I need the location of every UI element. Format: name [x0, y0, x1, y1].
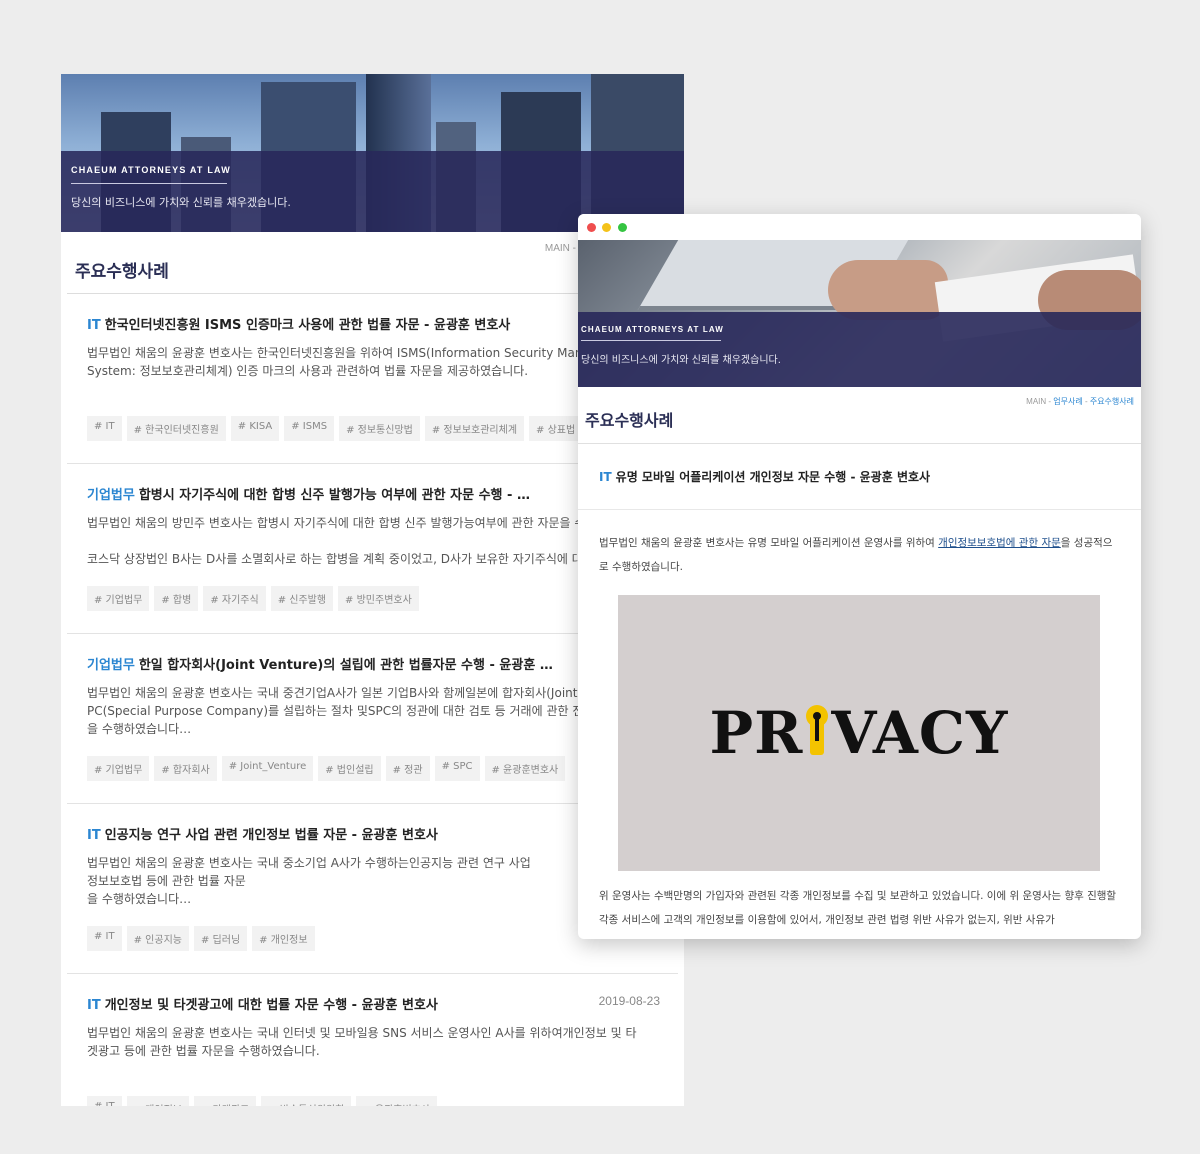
hero-kicker: CHAEUM ATTORNEYS AT LAW: [71, 165, 231, 175]
hero-banner-skyscrapers: CHAEUM ATTORNEYS AT LAW 당신의 비즈니스에 가치와 신뢰…: [61, 74, 684, 232]
maximize-window-button[interactable]: [618, 223, 627, 232]
tag-chip[interactable]: # 개인정보: [126, 1096, 189, 1106]
post-body-detail: 위 운영사는 수백만명의 가입자와 관련된 각종 개인정보를 수집 및 보관하고…: [599, 890, 1117, 926]
advisory-link[interactable]: 개인정보보호법에 관한 자문: [938, 537, 1061, 549]
breadcrumb[interactable]: MAIN -: [545, 243, 576, 254]
tag-chip[interactable]: # 방민주변호사: [338, 586, 419, 611]
post-category: 기업법무: [87, 658, 135, 673]
tag-chip[interactable]: # 상표법: [529, 416, 583, 441]
tag-chip[interactable]: # 개인정보: [252, 926, 315, 951]
tag-chip[interactable]: # 딥러닝: [193, 926, 248, 951]
page-title: 주요수행사례: [75, 262, 169, 282]
post-title[interactable]: IT 한국인터넷진흥원 ISMS 인증마크 사용에 관한 법률 자문 - 윤광훈 …: [87, 314, 510, 333]
post-body-intro: 법무법인 채움의 윤광훈 변호사는 유명 모바일 어플리케이션 운영사를 위하여…: [599, 537, 1113, 573]
tag-chip[interactable]: # 기업법무: [87, 756, 150, 781]
tag-chip[interactable]: # 자기주식: [203, 586, 266, 611]
post-heading: IT 유명 모바일 어플리케이션 개인정보 자문 수행 - 윤광훈 변호사: [599, 470, 931, 484]
tag-chip[interactable]: # 타겟광고: [193, 1096, 257, 1106]
post-tags: # IT # 한국인터넷진흥원 # KISA # ISMS # 정보통신망법 #…: [87, 416, 583, 441]
post-title[interactable]: IT 인공지능 연구 사업 관련 개인정보 법률 자문 - 윤광훈 변호사: [87, 824, 438, 843]
tag-chip[interactable]: # Joint_Venture: [221, 756, 314, 781]
post-title[interactable]: 기업법무 한일 합자회사(Joint Venture)의 설립에 관한 법률자문 …: [87, 654, 553, 673]
tag-chip[interactable]: # 기업법무: [87, 586, 150, 611]
post-category: IT: [87, 828, 101, 843]
post-tags: # IT # 인공지능 # 딥러닝 # 개인정보: [87, 926, 315, 951]
post-date: 2019-08-23: [598, 994, 660, 1008]
post-excerpt: 법무법인 채움의 윤광훈 변호사는 국내 인터넷 및 모바일용 SNS 서비스 …: [87, 1026, 637, 1058]
post-category: IT: [87, 998, 101, 1013]
browser-window: CHAEUM ATTORNEYS AT LAW 당신의 비즈니스에 가치와 신뢰…: [578, 214, 1141, 939]
post-tags: # IT # 개인정보 # 타겟광고 # 방송통신위원회 # 윤광훈변호사: [87, 1096, 438, 1106]
tag-chip[interactable]: # 합병: [154, 586, 199, 611]
tag-chip[interactable]: # 윤광훈변호사: [484, 756, 566, 781]
privacy-illustration: PR VACY: [618, 595, 1100, 871]
tag-chip[interactable]: # 합자회사: [154, 756, 217, 781]
hero-banner-laptop: CHAEUM ATTORNEYS AT LAW 당신의 비즈니스에 가치와 신뢰…: [578, 240, 1141, 387]
hero-kicker: CHAEUM ATTORNEYS AT LAW: [581, 325, 724, 334]
breadcrumb-home[interactable]: MAIN: [1026, 397, 1046, 406]
breadcrumb: MAIN - 업무사례 - 주요수행사례: [1026, 397, 1134, 406]
post-tags: # 기업법무 # 합자회사 # Joint_Venture # 법인설립 # 정…: [87, 756, 566, 781]
privacy-word-right: VACY: [831, 699, 1009, 767]
tag-chip[interactable]: # 정관: [385, 756, 430, 781]
post-list-item[interactable]: IT 개인정보 및 타겟광고에 대한 법률 자문 수행 - 윤광훈 변호사 201…: [67, 974, 684, 1106]
tag-chip[interactable]: # ISMS: [284, 416, 335, 441]
breadcrumb-current[interactable]: 주요수행사례: [1090, 397, 1134, 406]
hero-caption-band: CHAEUM ATTORNEYS AT LAW 당신의 비즈니스에 가치와 신뢰…: [578, 312, 1141, 387]
post-tags: # 기업법무 # 합병 # 자기주식 # 신주발행 # 방민주변호사: [87, 586, 419, 611]
post-title[interactable]: 기업법무 합병시 자기주식에 대한 합병 신주 발행가능 여부에 관한 자문 수행…: [87, 484, 530, 503]
tag-chip[interactable]: # 법인설립: [318, 756, 381, 781]
tag-chip[interactable]: # KISA: [230, 416, 280, 441]
tag-chip[interactable]: # 한국인터넷진흥원: [126, 416, 226, 441]
tag-chip[interactable]: # 신주발행: [270, 586, 334, 611]
hero-divider: [71, 183, 227, 184]
hero-tagline: 당신의 비즈니스에 가치와 신뢰를 채우겠습니다.: [71, 196, 291, 209]
minimize-window-button[interactable]: [602, 223, 611, 232]
keyhole-icon: [806, 705, 829, 761]
post-category: IT: [599, 470, 612, 484]
breadcrumb-section[interactable]: 업무사례: [1053, 397, 1082, 406]
tag-chip[interactable]: # SPC: [434, 756, 480, 781]
heading-divider: [578, 509, 1141, 510]
tag-chip[interactable]: # 정보보호관리체계: [424, 416, 525, 441]
post-category: IT: [87, 318, 101, 333]
hero-divider: [581, 340, 721, 341]
close-window-button[interactable]: [587, 223, 596, 232]
hero-tagline: 당신의 비즈니스에 가치와 신뢰를 채우겠습니다.: [581, 355, 781, 366]
post-title[interactable]: IT 개인정보 및 타겟광고에 대한 법률 자문 수행 - 윤광훈 변호사: [87, 994, 438, 1013]
window-titlebar: [578, 214, 1141, 240]
tag-chip[interactable]: # IT: [87, 1096, 122, 1106]
tag-chip[interactable]: # 정보통신망법: [339, 416, 420, 441]
page-title: 주요수행사례: [585, 411, 674, 430]
privacy-word-left: PR: [709, 699, 804, 767]
title-divider: [578, 443, 1141, 444]
tag-chip[interactable]: # IT: [87, 416, 122, 441]
tag-chip[interactable]: # IT: [87, 926, 122, 951]
tag-chip[interactable]: # 인공지능: [126, 926, 189, 951]
tag-chip[interactable]: # 윤광훈변호사: [356, 1096, 438, 1106]
tag-chip[interactable]: # 방송통신위원회: [261, 1096, 352, 1106]
post-category: 기업법무: [87, 488, 135, 503]
